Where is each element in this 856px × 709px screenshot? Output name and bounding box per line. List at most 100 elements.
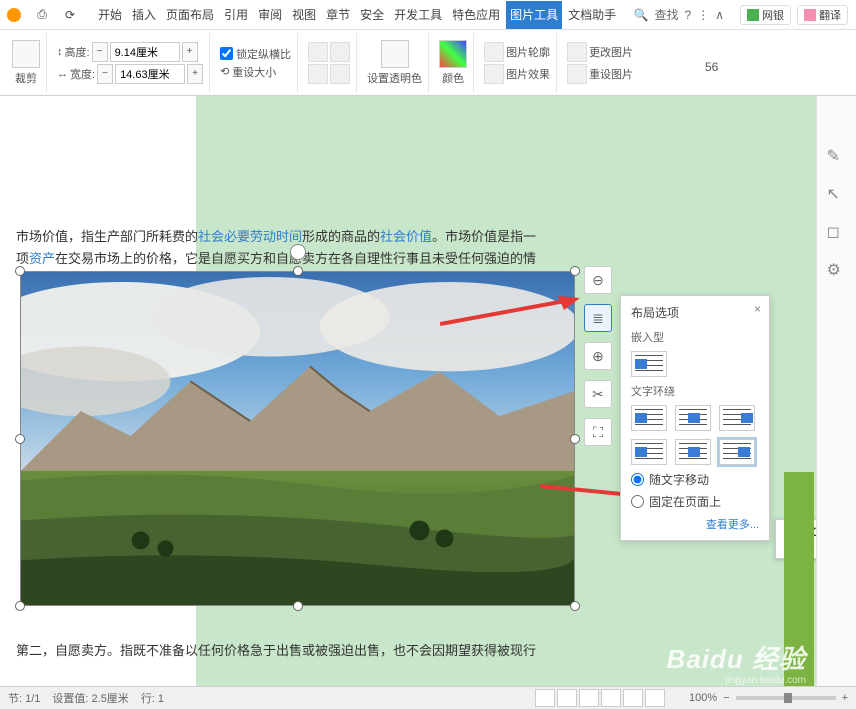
link-labor-time[interactable]: 社会必要劳动时间 <box>198 229 302 244</box>
handle-bot-left[interactable] <box>15 601 25 611</box>
tab-insert[interactable]: 插入 <box>128 1 160 29</box>
link-social-value[interactable]: 社会价值 <box>380 229 432 244</box>
crop-label: 裁剪 <box>15 70 37 86</box>
height-inc[interactable]: + <box>182 42 198 62</box>
wrap-through[interactable] <box>719 405 755 431</box>
crop-side-btn[interactable]: ✂ <box>584 380 612 408</box>
annotation-arrow-1 <box>440 296 580 326</box>
handle-mid-right[interactable] <box>570 434 580 444</box>
transparent-icon[interactable] <box>381 40 409 68</box>
flip-v-icon[interactable] <box>330 64 350 84</box>
outline-icon[interactable] <box>484 42 504 62</box>
handle-top-left[interactable] <box>15 266 25 276</box>
tab-picture-tools[interactable]: 图片工具 <box>506 1 562 29</box>
tab-review[interactable]: 审阅 <box>254 1 286 29</box>
tab-pagelayout[interactable]: 页面布局 <box>162 1 218 29</box>
handle-bot-mid[interactable] <box>293 601 303 611</box>
height-dec[interactable]: − <box>92 42 108 62</box>
pic-style-group: 图片轮廓 图片效果 <box>478 33 557 93</box>
status-page: 节: 1/1 <box>8 690 40 706</box>
zoom-out-btn[interactable]: ⊖ <box>584 266 612 294</box>
flip-h-icon[interactable] <box>308 64 328 84</box>
tab-reference[interactable]: 引用 <box>220 1 252 29</box>
pencil-icon[interactable]: ✎ <box>827 146 847 166</box>
zoom-value[interactable]: 100% <box>689 692 717 704</box>
color-icon[interactable] <box>439 40 467 68</box>
wrap-behind[interactable] <box>675 439 711 465</box>
wrap-topbottom[interactable] <box>631 439 667 465</box>
view-mode-5[interactable] <box>623 689 643 707</box>
tab-doc-helper[interactable]: 文档助手 <box>564 1 620 29</box>
close-icon[interactable]: × <box>754 302 761 316</box>
status-row: 行: 1 <box>141 690 164 706</box>
reset-size-label[interactable]: 重设大小 <box>232 64 276 80</box>
zoom-slider[interactable] <box>736 696 836 700</box>
rotate-handle[interactable] <box>290 244 306 260</box>
zoom-in-icon[interactable]: + <box>842 692 848 704</box>
tab-start[interactable]: 开始 <box>94 1 126 29</box>
crop-icon[interactable] <box>12 40 40 68</box>
wrap-infront[interactable] <box>719 439 755 465</box>
radio-move-with-text[interactable] <box>631 473 644 486</box>
reset-pic-label[interactable]: 重设图片 <box>589 66 633 82</box>
tab-view[interactable]: 视图 <box>288 1 320 29</box>
reset-size-icon[interactable]: ⟲ <box>220 65 229 78</box>
tab-security[interactable]: 安全 <box>356 1 388 29</box>
see-more-link[interactable]: 查看更多... <box>631 516 759 532</box>
cursor-icon[interactable]: ↖ <box>827 184 847 204</box>
tab-chapter[interactable]: 章节 <box>322 1 354 29</box>
search-label[interactable]: 查找 <box>655 6 679 23</box>
rotate-left-icon[interactable] <box>308 42 328 62</box>
main-area: 市场价值，指生产部门所耗费的社会必要劳动时间形成的商品的社会价值。市场价值是指一… <box>0 96 856 686</box>
width-dec[interactable]: − <box>97 64 113 84</box>
tab-devtools[interactable]: 开发工具 <box>390 1 446 29</box>
link-asset[interactable]: 资产 <box>29 251 55 266</box>
zoom-out-icon[interactable]: − <box>723 692 729 704</box>
width-input[interactable] <box>115 64 185 84</box>
wrap-square[interactable] <box>631 405 667 431</box>
handle-mid-left[interactable] <box>15 434 25 444</box>
outline-label[interactable]: 图片轮廓 <box>506 44 550 60</box>
rotate-right-icon[interactable] <box>330 42 350 62</box>
handle-top-right[interactable] <box>570 266 580 276</box>
wrap-inline[interactable] <box>631 351 667 377</box>
effect-icon[interactable] <box>484 64 504 84</box>
layout-options-btn[interactable]: ≣ <box>584 304 612 332</box>
view-mode-1[interactable] <box>535 689 555 707</box>
expand-side-btn[interactable]: ⛶ <box>584 418 612 446</box>
change-pic-icon[interactable] <box>567 42 587 62</box>
handle-bot-right[interactable] <box>570 601 580 611</box>
search-icon[interactable]: 🔍 <box>634 8 649 22</box>
view-mode-2[interactable] <box>557 689 577 707</box>
view-mode-4[interactable] <box>601 689 621 707</box>
reset-pic-icon[interactable] <box>567 64 587 84</box>
ext-translate[interactable]: 翻译 <box>797 5 848 25</box>
tab-special[interactable]: 特色应用 <box>448 1 504 29</box>
app-logo[interactable] <box>0 1 28 29</box>
ribbon-extra-number: 56 <box>705 60 718 74</box>
change-pic-label[interactable]: 更改图片 <box>589 44 633 60</box>
help-icon[interactable]: ? <box>685 8 692 22</box>
lock-ratio-checkbox[interactable] <box>220 47 233 60</box>
ext-bank[interactable]: 网银 <box>740 5 791 25</box>
view-mode-6[interactable] <box>645 689 665 707</box>
expand-icon[interactable]: ∧ <box>715 8 724 22</box>
height-input[interactable] <box>110 42 180 62</box>
paragraph-2: 第二，自愿卖方。指既不准备以任何价格急于出售或被强迫出售，也不会因期望获得被现行 <box>16 640 556 662</box>
width-inc[interactable]: + <box>187 64 203 84</box>
view-mode-3[interactable] <box>579 689 599 707</box>
color-label: 颜色 <box>442 70 464 86</box>
effect-label[interactable]: 图片效果 <box>506 66 550 82</box>
refresh-icon[interactable]: ⟳ <box>56 1 84 29</box>
handle-top-mid[interactable] <box>293 266 303 276</box>
radio-move-label: 随文字移动 <box>649 471 709 488</box>
more-icon[interactable]: ⋮ <box>697 8 709 22</box>
settings-icon[interactable]: ⚙ <box>827 260 847 280</box>
wrap-tight[interactable] <box>675 405 711 431</box>
shapes-icon[interactable]: ◻ <box>827 222 847 242</box>
dimensions-group: ↕ 高度: − + ↔ 宽度: − + <box>51 33 210 93</box>
document-canvas[interactable]: 市场价值，指生产部门所耗费的社会必要劳动时间形成的商品的社会价值。市场价值是指一… <box>0 96 856 686</box>
save-icon[interactable]: ⎙ <box>28 1 56 29</box>
zoom-in-btn[interactable]: ⊕ <box>584 342 612 370</box>
radio-fixed-page[interactable] <box>631 495 644 508</box>
